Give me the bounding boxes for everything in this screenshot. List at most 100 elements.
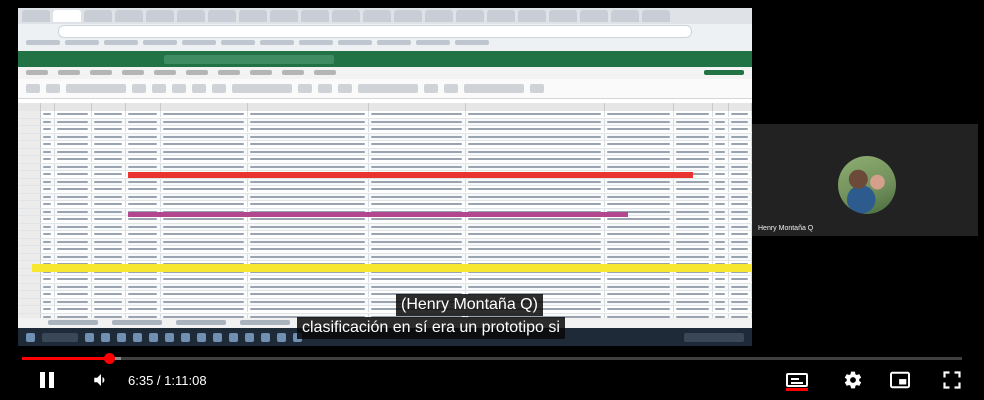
table-cell: [41, 156, 56, 162]
table-cell: [92, 126, 127, 132]
video-player[interactable]: Henry Montaña Q (Henry Montaña Q) clasif…: [6, 6, 978, 394]
table-cell: [466, 201, 605, 207]
table-cell: [92, 133, 127, 140]
subtitles-button[interactable]: [784, 366, 810, 394]
browser-tab: [580, 10, 608, 22]
table-cell: [92, 216, 127, 222]
table-cell: [161, 148, 248, 155]
column-header: [713, 103, 730, 111]
table-cell: [713, 276, 730, 282]
table-cell: [161, 253, 248, 260]
browser-tab: [611, 10, 639, 22]
browser-tab: [487, 10, 515, 22]
excel-menu-tabs: [18, 67, 752, 79]
table-cell: [161, 223, 248, 230]
table-cell: [41, 126, 56, 132]
shared-screen-spreadsheet: [18, 8, 752, 346]
participant-tile: Henry Montaña Q: [752, 124, 978, 236]
table-cell: [369, 223, 467, 230]
column-header: [605, 103, 675, 111]
table-cell: [126, 201, 161, 207]
table-cell: [126, 118, 161, 125]
table-cell: [729, 193, 752, 200]
table-cell: [466, 141, 605, 147]
table-cell: [729, 171, 752, 177]
mute-button[interactable]: [88, 366, 114, 394]
browser-tab-strip: [18, 8, 752, 24]
table-cell: [92, 148, 127, 155]
table-cell: [713, 178, 730, 185]
table-cell: [248, 111, 369, 117]
table-cell: [713, 163, 730, 170]
column-header: [41, 103, 56, 111]
table-cell: [369, 111, 467, 117]
table-cell: [41, 208, 56, 215]
table-cell: [713, 253, 730, 260]
played-bar: [22, 357, 110, 360]
table-cell: [55, 141, 92, 147]
table-cell: [161, 186, 248, 192]
browser-tab: [549, 10, 577, 22]
table-cell: [729, 223, 752, 230]
table-cell: [41, 148, 56, 155]
table-cell: [605, 186, 675, 192]
table-cell: [674, 208, 713, 215]
table-cell: [126, 126, 161, 132]
table-cell: [466, 253, 605, 260]
browser-tab: [22, 10, 50, 22]
miniplayer-button[interactable]: [887, 366, 913, 394]
table-cell: [466, 148, 605, 155]
table-cell: [369, 231, 467, 237]
table-cell: [161, 193, 248, 200]
table-cell: [605, 133, 675, 140]
subtitles-icon: [786, 373, 808, 387]
time-display: 6:35 / 1:11:08: [128, 372, 207, 388]
table-cell: [674, 238, 713, 245]
table-cell: [466, 283, 605, 290]
table-cell: [55, 156, 92, 162]
column-header: [729, 103, 752, 111]
fullscreen-button[interactable]: [940, 366, 964, 394]
table-cell: [605, 231, 675, 237]
table-cell: [605, 193, 675, 200]
table-cell: [605, 306, 675, 312]
table-cell: [369, 156, 467, 162]
table-cell: [729, 208, 752, 215]
settings-button[interactable]: [841, 366, 865, 394]
table-row: [18, 118, 752, 126]
table-cell: [605, 246, 675, 252]
row-number: [18, 133, 41, 140]
table-cell: [605, 141, 675, 147]
table-cell: [466, 163, 605, 170]
caption-line-1: (Henry Montaña Q): [396, 294, 543, 316]
excel-title-bar: [18, 51, 752, 67]
table-cell: [369, 141, 467, 147]
table-cell: [126, 291, 161, 297]
table-cell: [41, 133, 56, 140]
table-cell: [161, 133, 248, 140]
table-cell: [41, 298, 56, 305]
table-cell: [248, 141, 369, 147]
pause-button[interactable]: [34, 366, 60, 394]
player-controls: 6:35 / 1:11:08: [6, 366, 978, 394]
progress-bar[interactable]: [22, 353, 962, 364]
table-cell: [713, 133, 730, 140]
table-cell: [92, 141, 127, 147]
table-cell: [466, 111, 605, 117]
browser-tab: [301, 10, 329, 22]
table-cell: [729, 148, 752, 155]
table-cell: [713, 208, 730, 215]
table-cell: [41, 283, 56, 290]
table-cell: [369, 201, 467, 207]
table-cell: [369, 148, 467, 155]
table-cell: [713, 111, 730, 117]
table-cell: [369, 163, 467, 170]
table-cell: [466, 276, 605, 282]
table-cell: [713, 118, 730, 125]
scrubber-handle[interactable]: [104, 353, 116, 364]
row-number: [18, 208, 41, 215]
table-cell: [126, 276, 161, 282]
table-cell: [92, 111, 127, 117]
table-cell: [41, 231, 56, 237]
table-cell: [248, 133, 369, 140]
